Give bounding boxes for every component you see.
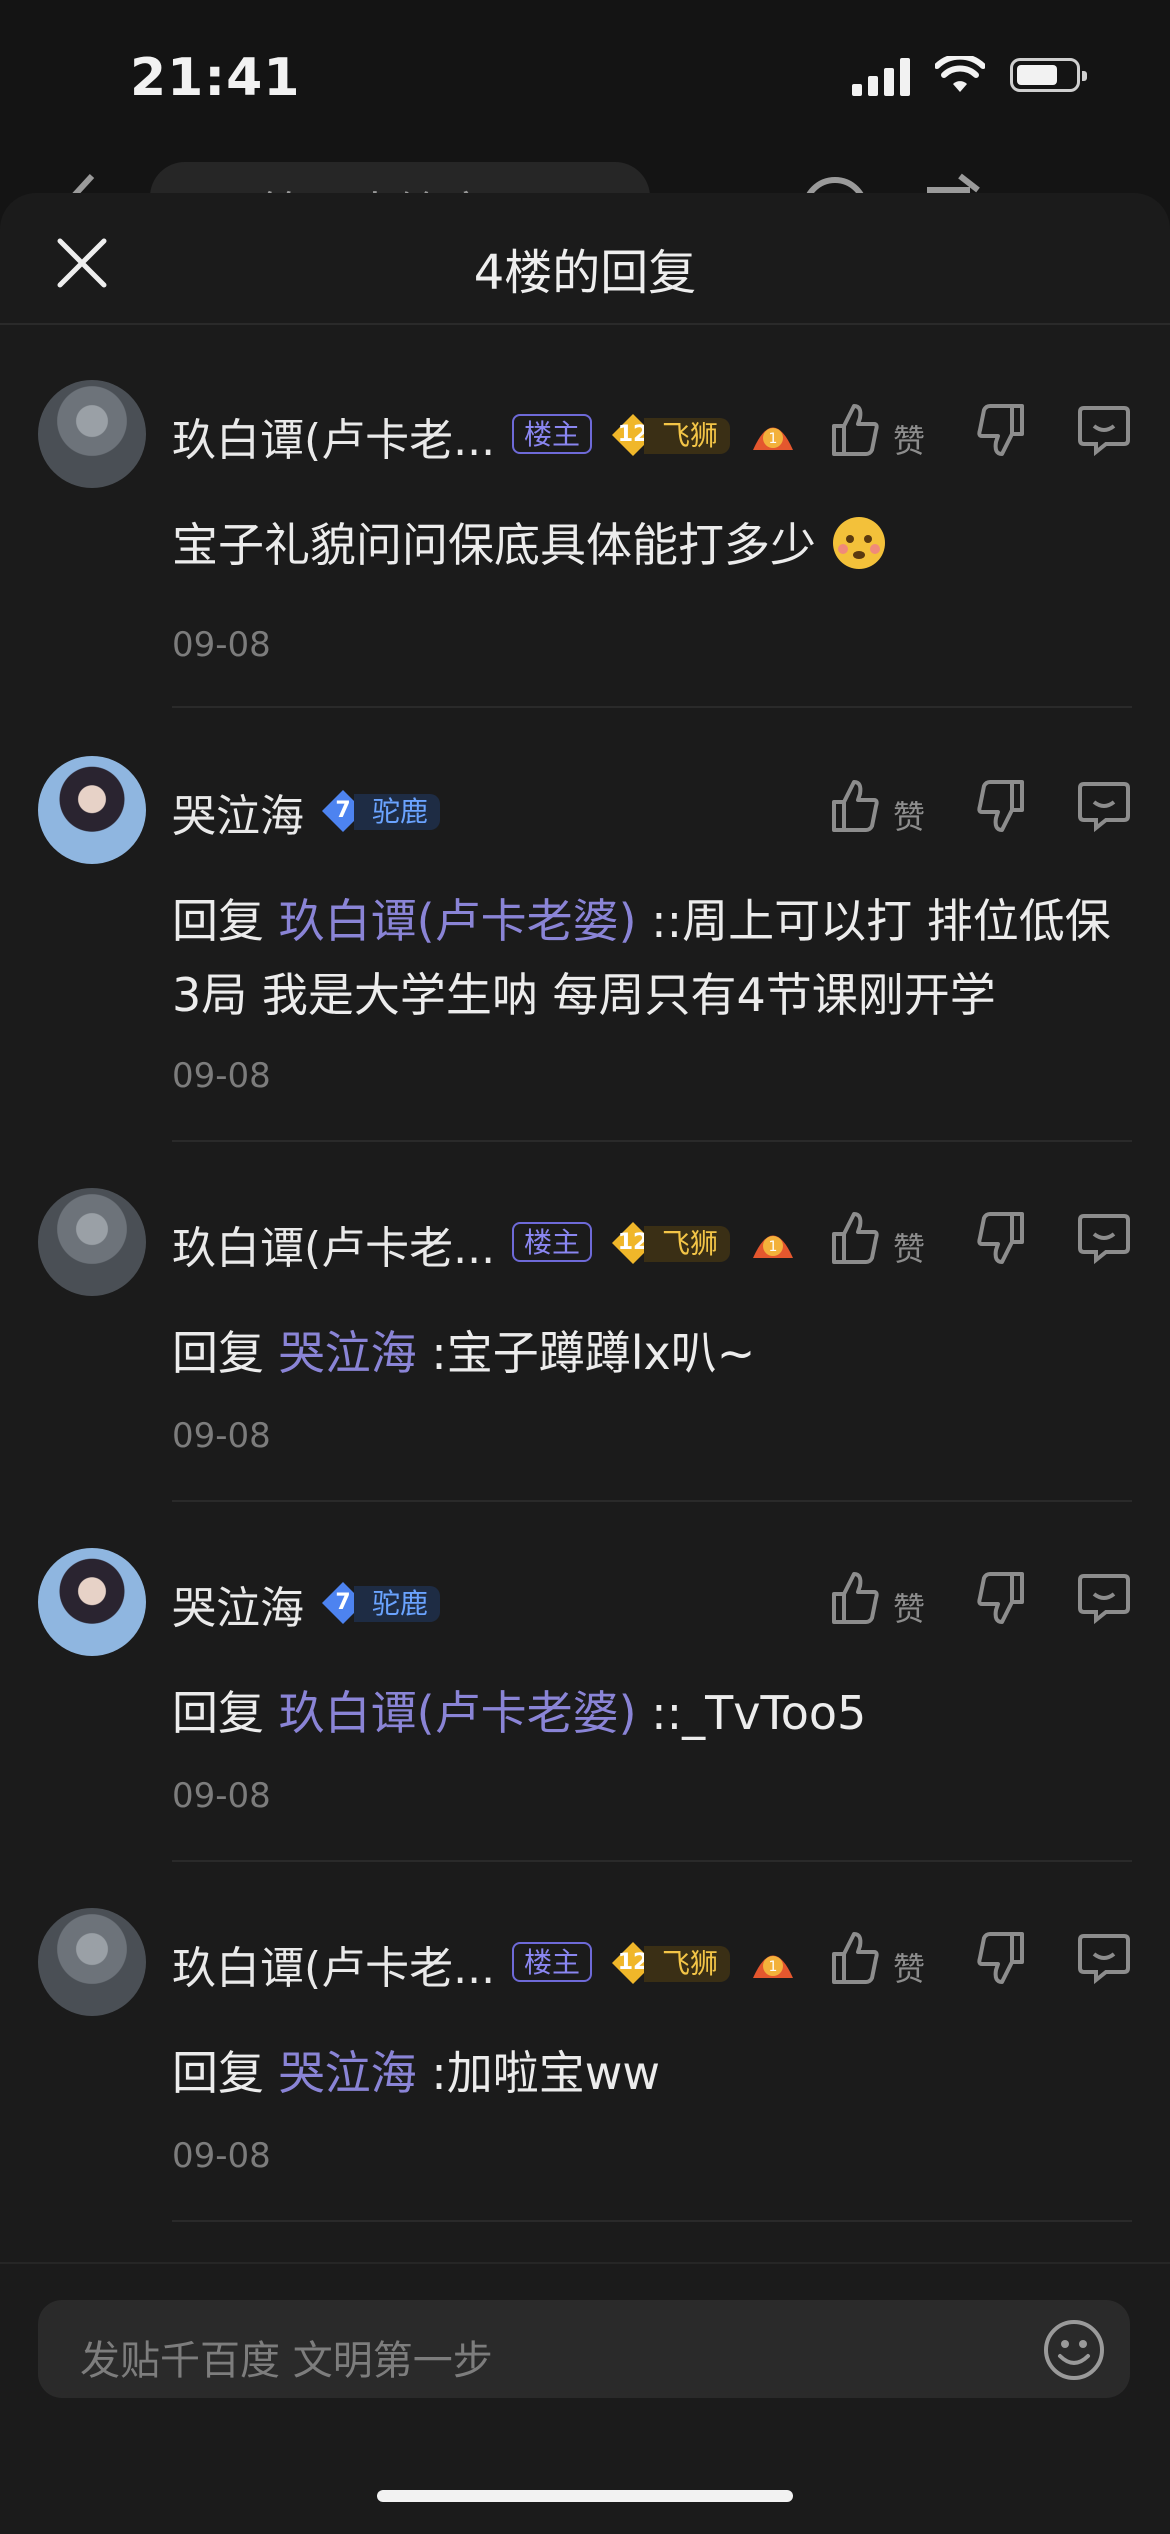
thumb-up-icon [832,1572,879,1624]
reply-button[interactable] [1076,1930,1132,1990]
svg-text:1: 1 [769,431,778,447]
reply-button[interactable] [1076,1210,1132,1270]
username[interactable]: 玖白谭(卢卡老... [172,1212,495,1276]
rank-label: 驼鹿 [354,1586,441,1622]
owner-tag: 楼主 [512,1222,593,1262]
thumb-up-icon [832,780,879,832]
owner-tag: 楼主 [512,1942,593,1982]
divider [172,2220,1132,2222]
divider [172,706,1132,708]
username[interactable]: 玖白谭(卢卡老... [172,404,495,468]
comment-actions: 赞 [828,1930,1148,1994]
status-time: 21:41 [130,48,301,108]
dislike-button[interactable] [976,778,1028,838]
comment-bubble-icon [1078,406,1130,457]
mention-link[interactable]: 哭泣海 [279,2046,417,2100]
thumb-up-icon [832,1932,879,1984]
divider [172,1500,1132,1502]
comment-bubble-icon [1078,1214,1130,1265]
dislike-button[interactable] [976,1570,1028,1630]
comment-text: 回复 玖白谭(卢卡老婆) ::_TvToo5 [172,1686,867,1740]
comment-text: 回复 哭泣海 :宝子蹲蹲lx叭~ [172,1326,756,1380]
divider [172,1140,1132,1142]
reply-button[interactable] [1076,402,1132,462]
comment-date: 09-08 [172,2136,271,2176]
comment-actions: 赞 [828,1210,1148,1274]
comment-date: 09-08 [172,1416,271,1456]
comment-bubble-icon [1078,1574,1130,1625]
dislike-button[interactable] [976,402,1028,462]
medal-icon: 1 [748,1218,798,1268]
avatar[interactable] [38,1188,146,1296]
like-button[interactable]: 赞 [828,1210,925,1270]
like-button[interactable]: 赞 [828,1930,925,1990]
comment-text: 回复 玖白谭(卢卡老婆) ::周上可以打 排位低保3局 我是大学生呐 每周只有4… [172,894,1111,1022]
like-button[interactable]: 赞 [828,402,925,462]
mention-link[interactable]: 哭泣海 [279,1326,417,1380]
comment-input[interactable]: 发贴千百度 文明第一步 [38,2300,1130,2398]
medal-icon: 1 [748,410,798,460]
sheet-header: 4楼的回复 [0,193,1170,325]
comment-text: 宝子礼貌问问保底具体能打多少 [172,508,1122,582]
rank-label: 飞狮 [644,1946,731,1982]
comment-bubble-icon [1078,782,1130,833]
battery-icon [1010,58,1087,92]
thumb-up-icon [832,1212,879,1264]
svg-text:1: 1 [769,1239,778,1255]
thumb-down-icon [977,1572,1024,1624]
rank-label: 驼鹿 [354,794,441,830]
reply-button[interactable] [1076,1570,1132,1630]
wifi-icon [935,56,985,92]
like-button[interactable]: 赞 [828,1570,925,1630]
avatar[interactable] [38,756,146,864]
avatar[interactable] [38,1908,146,2016]
username[interactable]: 哭泣海 [172,780,304,844]
like-button[interactable]: 赞 [828,778,925,838]
medal-icon: 1 [748,1938,798,1988]
comment-actions: 赞 [828,778,1148,842]
mention-link[interactable]: 玖白谭(卢卡老婆) [279,894,637,948]
avatar[interactable] [38,380,146,488]
cellular-signal-icon [852,58,910,96]
comment-actions: 赞 [828,1570,1148,1634]
comment-date: 09-08 [172,1056,271,1096]
sheet-title: 4楼的回复 [473,245,697,301]
comment-date: 09-08 [172,625,271,665]
flushed-face-icon [832,517,885,569]
emoji-icon[interactable] [1042,2318,1106,2382]
thumb-up-icon [832,404,879,456]
comment-text: 回复 哭泣海 :加啦宝ww [172,2046,660,2100]
username[interactable]: 哭泣海 [172,1572,304,1636]
thumb-down-icon [977,404,1024,456]
comment-date: 09-08 [172,1776,271,1816]
comment-bubble-icon [1078,1934,1130,1985]
svg-text:1: 1 [769,1959,778,1975]
comment-actions: 赞 [828,402,1148,466]
mention-link[interactable]: 玖白谭(卢卡老婆) [279,1686,637,1740]
dislike-button[interactable] [976,1930,1028,1990]
owner-tag: 楼主 [512,414,593,454]
status-bar: 21:41 [0,0,1170,150]
reply-button[interactable] [1076,778,1132,838]
dislike-button[interactable] [976,1210,1028,1270]
thumb-down-icon [977,780,1024,832]
thumb-down-icon [977,1212,1024,1264]
rank-label: 飞狮 [644,418,731,454]
avatar[interactable] [38,1548,146,1656]
thumb-down-icon [977,1932,1024,1984]
username[interactable]: 玖白谭(卢卡老... [172,1932,495,1996]
divider [172,1860,1132,1862]
rank-label: 飞狮 [644,1226,731,1262]
home-indicator [377,2490,793,2502]
input-placeholder: 发贴千百度 文明第一步 [80,2338,493,2384]
